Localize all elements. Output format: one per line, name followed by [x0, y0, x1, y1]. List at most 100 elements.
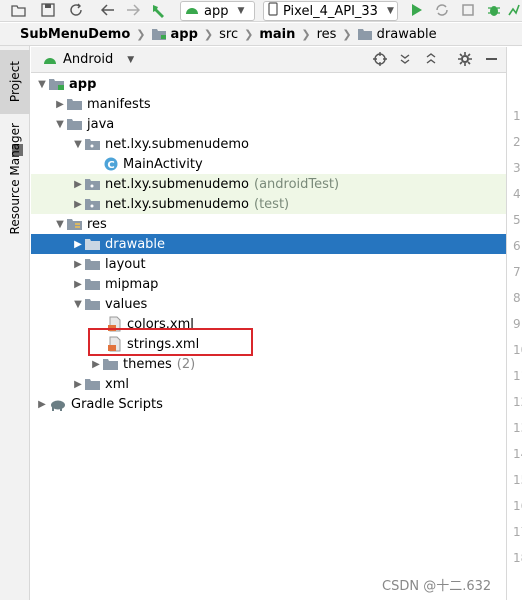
tree-item-values[interactable]: ▼ values: [31, 294, 506, 314]
breadcrumb-item-drawable[interactable]: drawable: [357, 26, 437, 42]
tree-item-themes[interactable]: ▶ themes (2): [31, 354, 506, 374]
chevron-right-icon: ▶: [74, 258, 82, 270]
sync-icon[interactable]: [68, 2, 84, 18]
tree-item-drawable[interactable]: ▶ drawable: [31, 234, 506, 254]
chevron-down-icon: ▼: [386, 6, 394, 16]
chevron-down-icon: ▼: [38, 78, 46, 90]
folder-icon: [103, 356, 119, 372]
tree-item-label: mipmap: [105, 276, 159, 292]
locate-target-icon[interactable]: [373, 52, 387, 70]
tree-item-label: net.lxy.submenudemo: [105, 196, 250, 212]
line-number: 18: [513, 551, 522, 565]
tree-item-label: drawable: [105, 236, 166, 252]
module-folder-icon: [151, 29, 166, 40]
back-arrow-icon[interactable]: [100, 2, 116, 18]
chevron-right-icon: ❯: [203, 27, 214, 41]
run-config-label: app: [204, 3, 229, 19]
hide-panel-icon[interactable]: [486, 58, 497, 60]
chevron-right-icon: ▶: [74, 198, 82, 210]
tree-item-label: MainActivity: [123, 156, 203, 172]
device-label: Pixel_4_API_33: [283, 3, 378, 19]
tree-item-mainactivity[interactable]: C MainActivity: [31, 154, 506, 174]
android-icon: [44, 57, 56, 64]
tree-item-label: java: [87, 116, 115, 132]
chevron-down-icon: ▼: [56, 218, 64, 230]
chevron-right-icon: ▶: [74, 378, 82, 390]
apply-changes-icon[interactable]: [434, 2, 450, 18]
chevron-right-icon: ▶: [92, 358, 100, 370]
tab-project-label: Project: [8, 61, 22, 103]
save-icon[interactable]: [40, 2, 56, 18]
tree-item-label: values: [105, 296, 148, 312]
chevron-right-icon: ▶: [38, 398, 46, 410]
editor-gutter: 1 2 3 4 5 6 7 8 9 10 11 12 13 14 15 16 1…: [506, 47, 522, 600]
folder-icon: [67, 116, 83, 132]
line-number: 7: [513, 265, 521, 279]
breadcrumb-item-src[interactable]: src: [219, 27, 238, 42]
breadcrumb-label: drawable: [376, 26, 437, 42]
tree-item-gradle-scripts[interactable]: ▶ Gradle Scripts: [31, 394, 506, 414]
gear-icon[interactable]: [458, 52, 472, 70]
profile-icon[interactable]: [506, 2, 522, 18]
line-number: 13: [513, 421, 522, 435]
line-number: 10: [513, 343, 522, 357]
tab-project[interactable]: Project: [0, 50, 30, 114]
tree-item-res[interactable]: ▼ res: [31, 214, 506, 234]
tab-resource-manager[interactable]: Resource Manager: [0, 123, 30, 234]
view-mode-label: Android: [63, 52, 114, 67]
breadcrumb-item-app[interactable]: app: [151, 26, 198, 42]
tree-item-package-androidtest[interactable]: ▶ net.lxy.submenudemo (androidTest): [31, 174, 506, 194]
tree-item-label: app: [69, 76, 97, 92]
line-number: 12: [513, 395, 522, 409]
project-panel-header: Android ▼: [31, 47, 506, 73]
breadcrumb-item-res[interactable]: res: [317, 27, 337, 42]
apply-code-changes-icon[interactable]: [460, 2, 476, 18]
expand-all-icon[interactable]: [399, 52, 411, 70]
open-folder-icon[interactable]: [10, 2, 26, 18]
package-folder-icon: [85, 176, 101, 192]
watermark-text: CSDN @十二.632: [382, 579, 492, 594]
breadcrumb-item-project[interactable]: SubMenuDemo: [20, 27, 130, 42]
chevron-down-icon: ▼: [74, 138, 82, 150]
chevron-down-icon: ▼: [56, 118, 64, 130]
debug-bug-icon[interactable]: [486, 2, 502, 18]
package-folder-icon: [85, 136, 101, 152]
line-number: 8: [513, 291, 521, 305]
android-icon: [185, 4, 199, 19]
chevron-right-icon: ❯: [136, 27, 146, 41]
tree-item-app[interactable]: ▼ app: [31, 74, 506, 94]
tree-item-package-test[interactable]: ▶ net.lxy.submenudemo (test): [31, 194, 506, 214]
tab-resource-manager-label: Resource Manager: [8, 123, 22, 235]
line-number: 15: [513, 473, 522, 487]
collapse-all-icon[interactable]: [425, 52, 437, 70]
gradle-elephant-icon: [49, 396, 67, 412]
folder-icon: [85, 256, 101, 272]
folder-icon: [85, 276, 101, 292]
tree-item-xml[interactable]: ▶ xml: [31, 374, 506, 394]
breadcrumb-label: app: [170, 26, 198, 42]
view-mode-selector[interactable]: Android ▼: [43, 52, 134, 67]
tree-item-label: net.lxy.submenudemo: [105, 136, 250, 152]
chevron-down-icon: ▼: [127, 54, 135, 65]
run-config-selector[interactable]: app ▼: [180, 1, 255, 21]
device-selector[interactable]: Pixel_4_API_33 ▼: [263, 1, 398, 21]
breadcrumb-item-main[interactable]: main: [259, 27, 295, 42]
resource-folder-icon: [67, 216, 83, 232]
folder-icon: [85, 376, 101, 392]
tree-item-package-main[interactable]: ▼ net.lxy.submenudemo: [31, 134, 506, 154]
item-count: (2): [176, 356, 196, 372]
line-number: 17: [513, 525, 522, 539]
tree-item-java[interactable]: ▼ java: [31, 114, 506, 134]
run-icon[interactable]: [409, 2, 425, 18]
line-number: 3: [513, 161, 521, 175]
build-hammer-icon[interactable]: [150, 2, 166, 18]
package-folder-icon: [85, 196, 101, 212]
tree-item-manifests[interactable]: ▶ manifests: [31, 94, 506, 114]
chevron-down-icon: ▼: [74, 298, 82, 310]
annotation-highlight-box: [88, 328, 253, 356]
tree-item-label: layout: [105, 256, 146, 272]
forward-arrow-icon[interactable]: [125, 2, 141, 18]
tree-item-mipmap[interactable]: ▶ mipmap: [31, 274, 506, 294]
tree-item-layout[interactable]: ▶ layout: [31, 254, 506, 274]
folder-icon: [85, 296, 101, 312]
